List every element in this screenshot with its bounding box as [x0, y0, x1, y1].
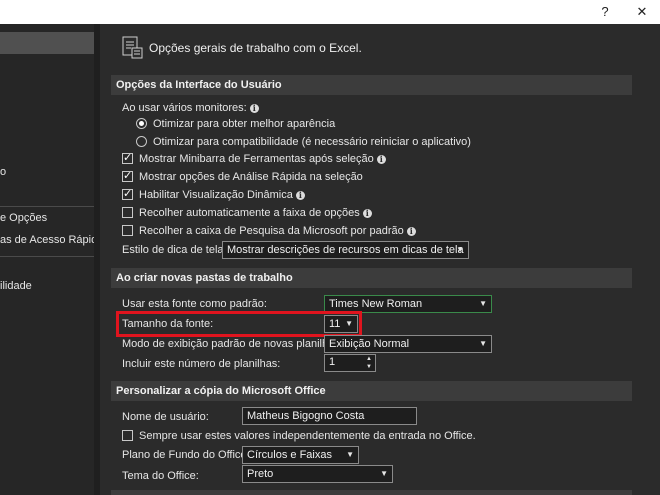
- spinner-arrows-icon[interactable]: ▲ ▼: [364, 355, 374, 371]
- checkbox-minibar-row[interactable]: Mostrar Minibarra de Ferramentas após se…: [139, 152, 386, 166]
- tooltip-style-label: Estilo de dica de tela:: [122, 244, 227, 256]
- font-size-value: 11: [329, 318, 341, 330]
- default-font-value: Times New Roman: [329, 298, 423, 310]
- chevron-down-icon: ▼: [380, 469, 388, 478]
- checkbox-live-preview[interactable]: ✓: [122, 188, 133, 200]
- username-label: Nome de usuário:: [122, 411, 209, 423]
- sidebar-item-formulas[interactable]: o: [0, 166, 6, 178]
- checkbox-collapse-search-label: Recolher a caixa de Pesquisa da Microsof…: [139, 225, 404, 237]
- checkbox-live-preview-label: Habilitar Visualização Dinâmica: [139, 189, 293, 201]
- office-theme-label: Tema do Office:: [122, 470, 199, 482]
- tooltip-style-value: Mostrar descrições de recursos em dicas …: [227, 244, 464, 256]
- sidebar-divider: [0, 256, 94, 257]
- sidebar-item-general[interactable]: [0, 32, 94, 54]
- check-icon: ✓: [123, 152, 133, 164]
- radio-optimize-compatibility-label[interactable]: Otimizar para compatibilidade (é necessá…: [153, 135, 471, 149]
- radio-optimize-compatibility[interactable]: [136, 136, 147, 147]
- office-background-dropdown[interactable]: Círculos e Faixas ▼: [242, 446, 359, 464]
- tooltip-style-dropdown[interactable]: Mostrar descrições de recursos em dicas …: [222, 241, 469, 259]
- sidebar-item-accessibility[interactable]: ilidade: [0, 280, 32, 292]
- info-icon: i: [295, 190, 305, 200]
- default-view-value: Exibição Normal: [329, 338, 410, 350]
- default-view-dropdown[interactable]: Exibição Normal ▼: [324, 335, 492, 353]
- chevron-down-icon: ▼: [456, 245, 464, 254]
- title-bar: ? ✕: [0, 0, 660, 24]
- sheet-count-label: Incluir este número de planilhas:: [122, 358, 281, 370]
- checkbox-always-use[interactable]: [122, 430, 133, 441]
- font-size-dropdown[interactable]: 11 ▼: [324, 315, 358, 333]
- checkbox-collapse-search[interactable]: [122, 225, 133, 236]
- checkbox-minibar[interactable]: ✓: [122, 152, 133, 164]
- default-font-label: Usar esta fonte como padrão:: [122, 298, 267, 310]
- chevron-down-icon: ▼: [479, 339, 487, 348]
- checkbox-quick-analysis[interactable]: ✓: [122, 170, 133, 182]
- sidebar-item-quick-access-toolbar[interactable]: as de Acesso Rápido: [0, 234, 94, 246]
- checkbox-live-preview-row[interactable]: Habilitar Visualização Dinâmica i: [139, 188, 305, 202]
- check-icon: ✓: [123, 188, 133, 200]
- checkbox-collapse-ribbon-label: Recolher automaticamente a faixa de opçõ…: [139, 207, 360, 219]
- sheet-count-spinner[interactable]: 1 ▲ ▼: [324, 354, 376, 372]
- checkbox-quick-analysis-label[interactable]: Mostrar opções de Análise Rápida na sele…: [139, 170, 363, 184]
- checkbox-collapse-search-row[interactable]: Recolher a caixa de Pesquisa da Microsof…: [139, 224, 416, 238]
- chevron-down-icon: ▼: [479, 299, 487, 308]
- checkbox-collapse-ribbon[interactable]: [122, 207, 133, 218]
- help-button[interactable]: ?: [593, 2, 617, 22]
- section-header-new-workbooks: Ao criar novas pastas de trabalho: [111, 268, 632, 288]
- checkbox-collapse-ribbon-row[interactable]: Recolher automaticamente a faixa de opçõ…: [139, 206, 372, 220]
- multi-monitor-label: Ao usar vários monitores:: [122, 102, 247, 114]
- radio-optimize-appearance[interactable]: [136, 118, 147, 129]
- sidebar-divider: [0, 206, 94, 207]
- page-title: Opções gerais de trabalho com o Excel.: [149, 41, 362, 55]
- info-icon: i: [249, 103, 259, 113]
- username-input[interactable]: Matheus Bigogno Costa: [242, 407, 417, 425]
- office-background-label: Plano de Fundo do Office:: [122, 449, 250, 461]
- checkbox-always-use-label[interactable]: Sempre usar estes valores independenteme…: [139, 429, 476, 443]
- check-icon: ✓: [123, 170, 133, 182]
- default-view-label: Modo de exibição padrão de novas planilh…: [122, 338, 343, 350]
- info-icon: i: [406, 226, 416, 236]
- section-header-ui-options: Opções da Interface do Usuário: [111, 75, 632, 95]
- section-header-personalize: Personalizar a cópia do Microsoft Office: [111, 381, 632, 401]
- sheet-count-value: 1: [329, 356, 336, 368]
- font-size-label: Tamanho da fonte:: [122, 318, 214, 330]
- checkbox-minibar-label: Mostrar Minibarra de Ferramentas após se…: [139, 153, 374, 165]
- office-background-value: Círculos e Faixas: [247, 449, 332, 461]
- section-header-partial: [111, 490, 632, 495]
- office-theme-value: Preto: [247, 468, 274, 480]
- chevron-down-icon: ▼: [346, 450, 354, 459]
- radio-selected-dot: [139, 121, 144, 126]
- options-sidebar: o e Opções as de Acesso Rápido ilidade: [0, 24, 94, 495]
- close-button[interactable]: ✕: [630, 2, 654, 22]
- chevron-down-icon: ▼: [345, 319, 353, 328]
- general-options-icon: [122, 36, 144, 60]
- sidebar-item-customize-ribbon[interactable]: e Opções: [0, 212, 47, 224]
- multi-monitor-row: Ao usar vários monitores: i: [122, 101, 259, 115]
- radio-optimize-appearance-label[interactable]: Otimizar para obter melhor aparência: [153, 117, 335, 131]
- info-icon: i: [362, 208, 372, 218]
- general-options-panel: Opções gerais de trabalho com o Excel. O…: [100, 24, 660, 495]
- office-theme-dropdown[interactable]: Preto ▼: [242, 465, 393, 483]
- info-icon: i: [376, 154, 386, 164]
